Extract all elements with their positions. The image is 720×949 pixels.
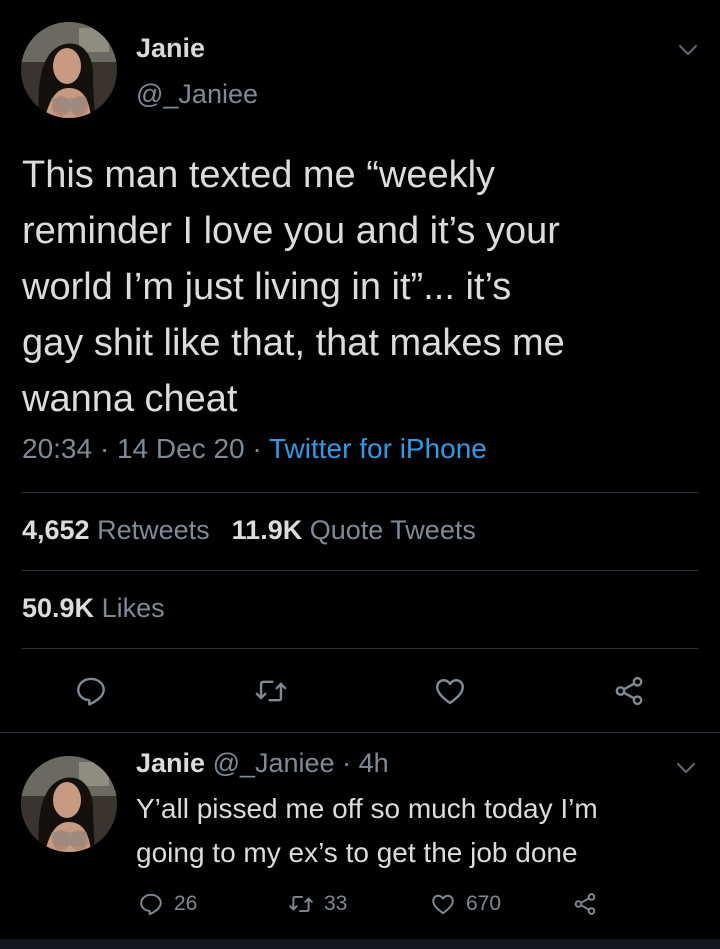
- retweet-icon[interactable]: [254, 674, 288, 708]
- reply-icon[interactable]: [74, 674, 108, 708]
- reply-button[interactable]: 26: [138, 889, 197, 919]
- avatar[interactable]: [21, 756, 117, 852]
- retweets-label: Retweets: [97, 515, 210, 545]
- tweet-text-line: reminder I love you and it’s your: [22, 210, 560, 252]
- tweet-meta: 20:34 · 14 Dec 20 · Twitter for iPhone: [22, 433, 487, 465]
- divider: [22, 492, 698, 493]
- divider: [22, 570, 698, 571]
- like-icon: [432, 894, 454, 915]
- reply-text-line: Y’all pissed me off so much today I’m: [136, 793, 598, 824]
- reply-text-line: going to my ex’s to get the job done: [136, 837, 578, 868]
- retweet-quote-stats: 4,652 Retweets 11.9K Quote Tweets: [22, 515, 476, 546]
- reply-header: Janie @_Janiee · 4h: [136, 748, 389, 779]
- user-handle[interactable]: @_Janiee: [136, 79, 258, 110]
- quote-tweets-label: Quote Tweets: [309, 515, 476, 545]
- like-count: 670: [466, 892, 502, 915]
- like-icon[interactable]: [433, 674, 467, 708]
- chevron-down-icon[interactable]: [674, 756, 698, 780]
- chevron-down-icon[interactable]: [676, 38, 700, 62]
- tweet-time: 20:34: [22, 433, 93, 464]
- tweet-date: 14 Dec 20: [116, 433, 245, 464]
- meta-separator: ·: [252, 433, 269, 464]
- user-handle[interactable]: @_Janiee: [213, 748, 335, 778]
- reply-icon: [140, 893, 162, 916]
- share-icon: [574, 893, 596, 915]
- meta-separator: ·: [99, 433, 117, 464]
- likes-stats[interactable]: 50.9K Likes: [22, 593, 165, 624]
- display-name[interactable]: Janie: [136, 33, 205, 64]
- reply-count: 26: [174, 892, 198, 915]
- bottom-bar: [0, 939, 720, 949]
- retweet-icon: [289, 895, 313, 913]
- tweet-source-link[interactable]: Twitter for iPhone: [269, 433, 487, 464]
- retweets-count: 4,652: [22, 515, 90, 545]
- likes-label: Likes: [101, 593, 165, 623]
- retweets-stat[interactable]: 4,652 Retweets: [22, 515, 210, 545]
- tweet-text: This man texted me “weekly reminder I lo…: [22, 147, 682, 427]
- share-icon[interactable]: [612, 674, 646, 708]
- tweet-text-line: gay shit like that, that makes me: [22, 322, 565, 364]
- avatar-photo: [21, 756, 117, 852]
- tweet-text-line: world I’m just living in it”... it’s: [22, 266, 512, 308]
- tweet-text-line: wanna cheat: [22, 378, 238, 420]
- meta-separator: ·: [342, 748, 352, 778]
- avatar-photo: [21, 22, 117, 118]
- divider: [22, 648, 698, 649]
- avatar[interactable]: [21, 22, 117, 118]
- quote-tweets-count: 11.9K: [231, 515, 303, 545]
- share-button[interactable]: [572, 889, 608, 919]
- like-button[interactable]: 670: [430, 889, 501, 919]
- likes-count: 50.9K: [22, 593, 95, 623]
- main-tweet[interactable]: Janie @_Janiee This man texted me “weekl…: [0, 0, 720, 732]
- divider: [0, 732, 720, 733]
- display-name[interactable]: Janie: [136, 748, 205, 778]
- retweet-button[interactable]: 33: [288, 889, 347, 919]
- retweet-count: 33: [324, 892, 348, 915]
- tweet-age: 4h: [358, 748, 389, 778]
- tweet-text-line: This man texted me “weekly: [22, 154, 496, 196]
- quote-tweets-stat[interactable]: 11.9K Quote Tweets: [232, 515, 476, 545]
- reply-text: Y’all pissed me off so much today I’m go…: [136, 787, 696, 875]
